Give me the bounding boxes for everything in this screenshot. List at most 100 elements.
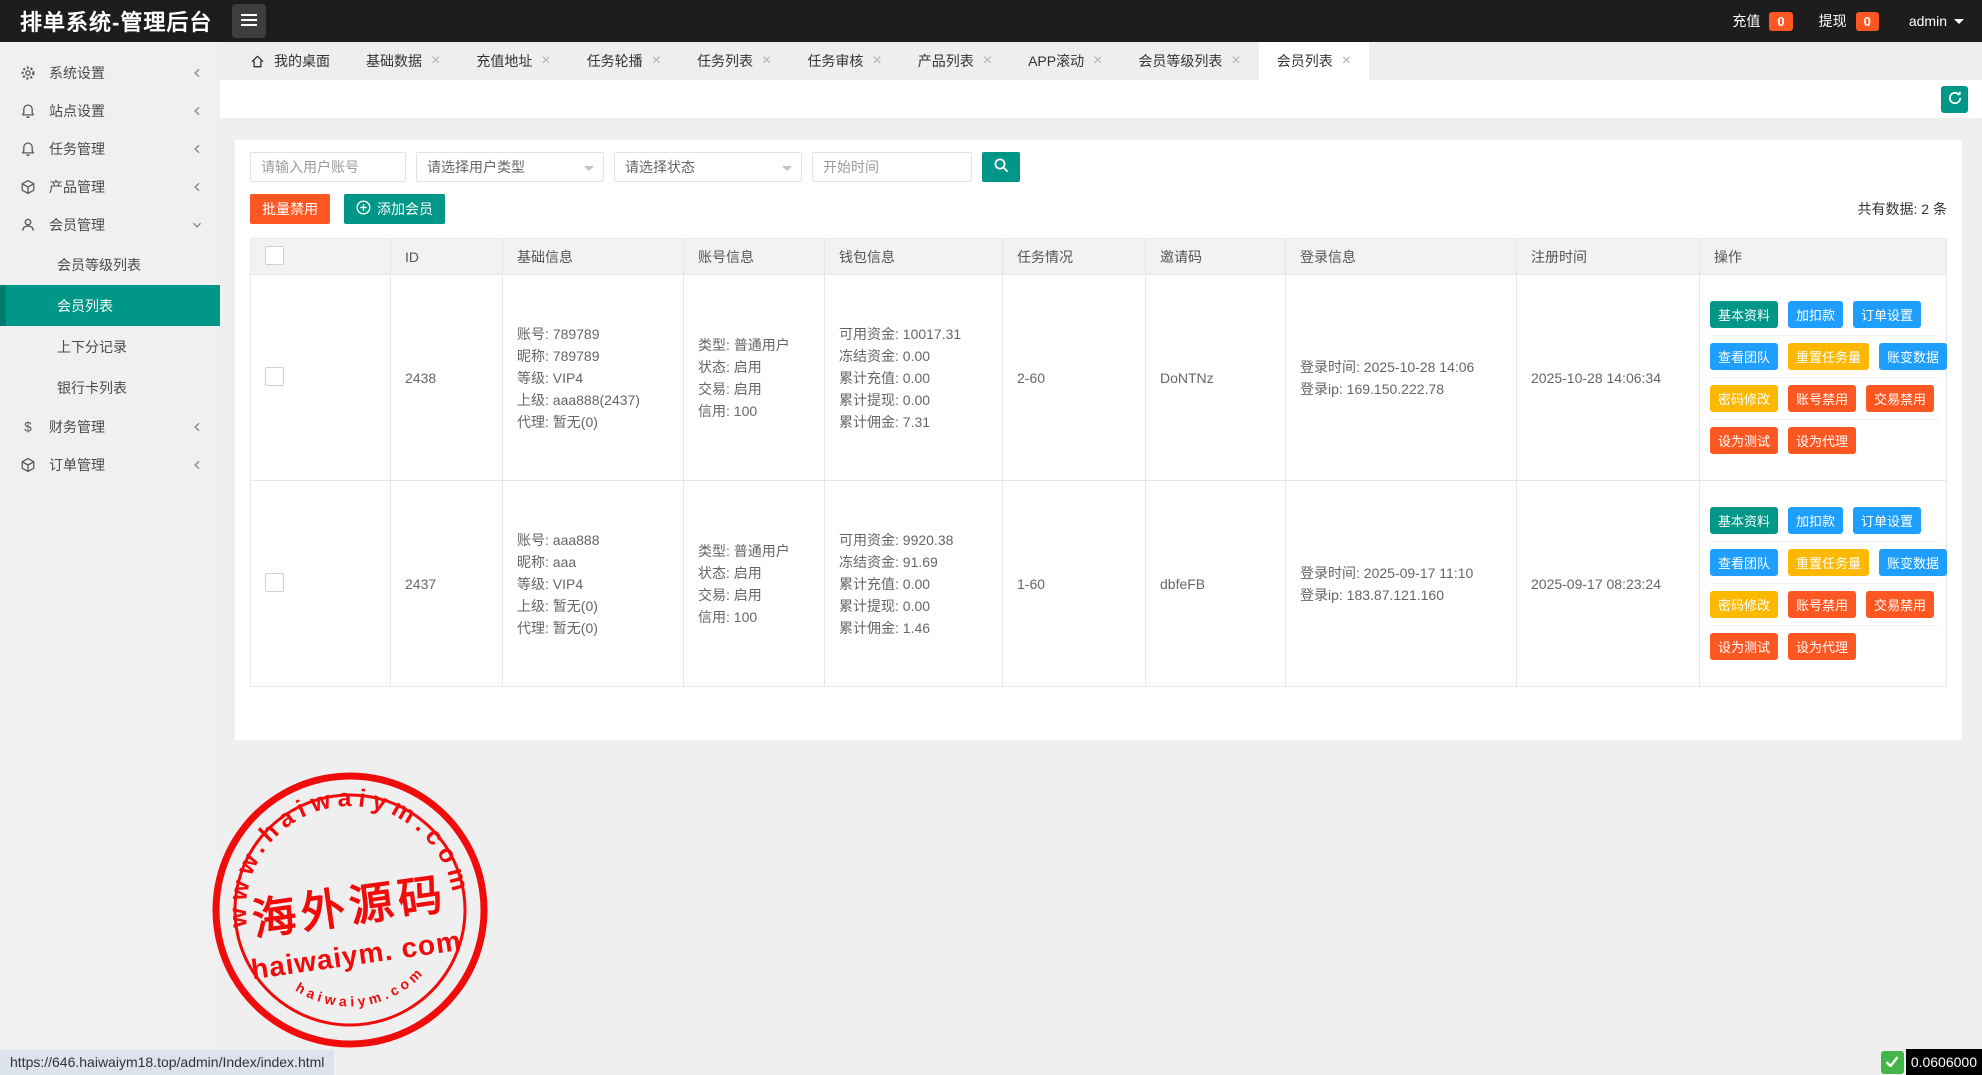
plus-circle-icon (356, 200, 371, 218)
search-button[interactable] (982, 152, 1020, 182)
cell-wallet-info-line: 累计提现: 0.00 (839, 595, 994, 617)
action-button-账号禁用[interactable]: 账号禁用 (1788, 591, 1856, 618)
refresh-icon (1947, 90, 1963, 109)
cell-basic-info: 账号: aaa888昵称: aaa等级: VIP4上级: 暂无(0)代理: 暂无… (503, 481, 684, 687)
action-button-设为测试[interactable]: 设为测试 (1710, 427, 1778, 454)
tab-item-任务轮播[interactable]: 任务轮播 × (569, 42, 679, 80)
sidebar-item-会员管理[interactable]: 会员管理 (0, 206, 220, 244)
column-header: 钱包信息 (825, 239, 1003, 275)
sidebar-subitem-label: 上下分记录 (57, 337, 127, 357)
sidebar-item-订单管理[interactable]: 订单管理 (0, 446, 220, 484)
action-button-查看团队[interactable]: 查看团队 (1710, 549, 1778, 576)
search-icon (993, 157, 1010, 177)
svg-text:$: $ (24, 420, 32, 435)
sidebar-subitem-会员列表[interactable]: 会员列表 (0, 285, 220, 326)
table-header-row: ID基础信息账号信息钱包信息任务情况邀请码登录信息注册时间操作 (251, 239, 1947, 275)
recharge-indicator[interactable]: 充值 0 (1732, 11, 1792, 31)
action-button-查看团队[interactable]: 查看团队 (1710, 343, 1778, 370)
row-checkbox[interactable] (265, 367, 284, 386)
action-button-加扣款[interactable]: 加扣款 (1788, 301, 1843, 328)
cell-wallet-info-line: 冻结资金: 91.69 (839, 551, 994, 573)
sidebar-item-label: 产品管理 (49, 177, 177, 197)
cell-basic-info-line: 昵称: 789789 (517, 345, 675, 367)
table-body: 2438账号: 789789昵称: 789789等级: VIP4上级: aaa8… (251, 275, 1947, 687)
sidebar-item-站点设置[interactable]: 站点设置 (0, 92, 220, 130)
action-button-密码修改[interactable]: 密码修改 (1710, 385, 1778, 412)
cell-wallet-info-line: 累计佣金: 1.46 (839, 617, 994, 639)
status-select[interactable]: 请选择状态 (614, 152, 802, 182)
cell-wallet-info-line: 可用资金: 9920.38 (839, 529, 994, 551)
cell-wallet-info-line: 累计佣金: 7.31 (839, 411, 994, 433)
action-button-设为代理[interactable]: 设为代理 (1788, 427, 1856, 454)
action-button-订单设置[interactable]: 订单设置 (1853, 507, 1921, 534)
close-icon[interactable]: × (652, 53, 661, 69)
tab-item-APP滚动[interactable]: APP滚动× (1010, 42, 1120, 80)
tab-item-会员等级列表[interactable]: 会员等级列表× (1120, 42, 1258, 80)
close-icon[interactable]: × (762, 53, 771, 69)
action-button-账变数据[interactable]: 账变数据 (1879, 549, 1947, 576)
tab-item-我的桌面[interactable]: 我的桌面 (232, 42, 348, 80)
action-button-基本资料[interactable]: 基本资料 (1710, 507, 1778, 534)
sidebar-subitem-上下分记录[interactable]: 上下分记录 (0, 326, 220, 367)
add-member-button[interactable]: 添加会员 (344, 194, 445, 224)
action-button-group: 密码修改账号禁用交易禁用 (1710, 378, 1938, 420)
chevron-left-icon (190, 180, 204, 194)
filter-row: 请选择用户类型 请选择状态 (250, 152, 1947, 182)
sidebar-item-产品管理[interactable]: 产品管理 (0, 168, 220, 206)
username: admin (1909, 13, 1947, 29)
action-button-group: 设为测试设为代理 (1710, 626, 1938, 667)
sidebar-item-任务管理[interactable]: 任务管理 (0, 130, 220, 168)
sidebar-item-财务管理[interactable]: $财务管理 (0, 408, 220, 446)
account-search-input[interactable] (250, 152, 406, 182)
tab-label: 任务列表 (697, 51, 753, 71)
action-button-设为测试[interactable]: 设为测试 (1710, 633, 1778, 660)
cell-id: 2438 (391, 275, 503, 481)
tab-item-任务列表[interactable]: 任务列表 × (679, 42, 789, 80)
action-button-基本资料[interactable]: 基本资料 (1710, 301, 1778, 328)
action-button-设为代理[interactable]: 设为代理 (1788, 633, 1856, 660)
close-icon[interactable]: × (1093, 53, 1102, 69)
withdraw-indicator[interactable]: 提现 0 (1819, 11, 1879, 31)
row-checkbox[interactable] (265, 573, 284, 592)
tab-item-会员列表[interactable]: 会员列表× (1259, 42, 1369, 80)
sidebar-subitem-银行卡列表[interactable]: 银行卡列表 (0, 367, 220, 408)
action-button-重置任务量[interactable]: 重置任务量 (1788, 343, 1869, 370)
tab-item-产品列表[interactable]: 产品列表× (900, 42, 1010, 80)
chevron-left-icon (190, 104, 204, 118)
batch-disable-button[interactable]: 批量禁用 (250, 194, 330, 224)
tab-item-基础数据[interactable]: 基础数据× (348, 42, 458, 80)
action-button-加扣款[interactable]: 加扣款 (1788, 507, 1843, 534)
user-type-select[interactable]: 请选择用户类型 (416, 152, 604, 182)
table-actions-row: 批量禁用 添加会员 共有数据: 2 条 (250, 194, 1947, 224)
tab-label: 任务轮播 (587, 51, 643, 71)
sidebar-subitem-label: 会员列表 (57, 296, 113, 316)
action-button-订单设置[interactable]: 订单设置 (1853, 301, 1921, 328)
close-icon[interactable]: × (541, 53, 550, 69)
sidebar-item-系统设置[interactable]: 系统设置 (0, 54, 220, 92)
action-button-账变数据[interactable]: 账变数据 (1879, 343, 1947, 370)
tab-item-充值地址[interactable]: 充值地址× (458, 42, 568, 80)
user-menu[interactable]: admin (1909, 13, 1964, 29)
column-header: 任务情况 (1003, 239, 1146, 275)
close-icon[interactable]: × (872, 53, 881, 69)
recharge-count-badge: 0 (1769, 12, 1792, 31)
close-icon[interactable]: × (983, 53, 992, 69)
column-header: 邀请码 (1146, 239, 1286, 275)
close-icon[interactable]: × (1342, 53, 1351, 69)
start-time-input[interactable] (812, 152, 972, 182)
action-button-交易禁用[interactable]: 交易禁用 (1866, 591, 1934, 618)
sidebar-subitem-会员等级列表[interactable]: 会员等级列表 (0, 244, 220, 285)
close-icon[interactable]: × (1231, 53, 1240, 69)
hamburger-icon (240, 12, 258, 31)
cell-basic-info-line: 代理: 暂无(0) (517, 411, 675, 433)
tab-item-任务审核[interactable]: 任务审核× (789, 42, 899, 80)
action-button-账号禁用[interactable]: 账号禁用 (1788, 385, 1856, 412)
refresh-button[interactable] (1941, 86, 1968, 113)
select-all-checkbox[interactable] (265, 246, 284, 265)
action-button-交易禁用[interactable]: 交易禁用 (1866, 385, 1934, 412)
cell-wallet-info: 可用资金: 9920.38冻结资金: 91.69累计充值: 0.00累计提现: … (825, 481, 1003, 687)
menu-toggle-button[interactable] (232, 4, 266, 38)
close-icon[interactable]: × (431, 53, 440, 69)
action-button-重置任务量[interactable]: 重置任务量 (1788, 549, 1869, 576)
action-button-密码修改[interactable]: 密码修改 (1710, 591, 1778, 618)
